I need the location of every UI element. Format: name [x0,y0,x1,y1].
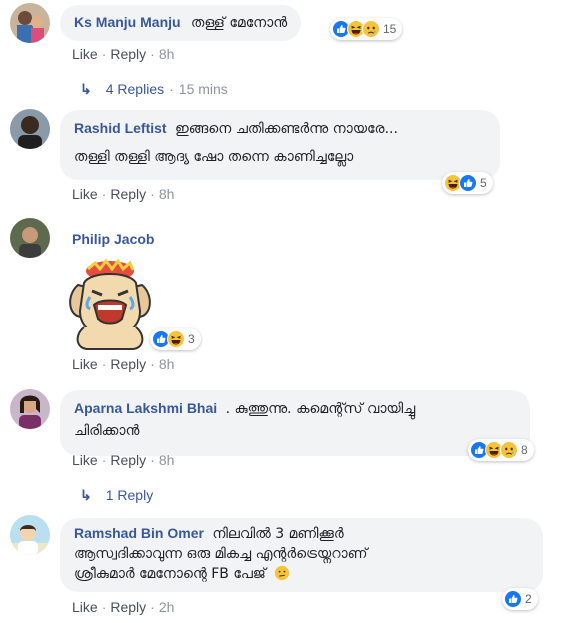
comment-text: . കുത്തുന്നു. കമെന്റ്സ് വായിച്ചു [225,401,416,417]
reply-link[interactable]: Reply [110,599,146,615]
comment-bubble: Ks Manju Manju തള്ള് മേനോൻ [60,5,302,41]
comment-actions: Like · Reply · 2h [72,599,175,615]
reactions-count: 3 [188,332,195,346]
comment-bubble: Aparna Lakshmi Bhai . കുത്തുന്നു. കമെന്റ… [60,390,530,456]
comment-author[interactable]: Ks Manju Manju [74,14,181,30]
comment-text: നിലവിൽ 3 മണിക്കൂർ [212,526,344,542]
like-link[interactable]: Like [72,599,98,615]
avatar[interactable] [10,3,50,43]
reactions-count: 5 [480,176,487,190]
replies-label[interactable]: 4 Replies [106,81,164,97]
view-replies[interactable]: ↳ 1 Reply [80,487,153,504]
comment-actions: Like · Reply · 8h [72,356,175,372]
timestamp[interactable]: 8h [159,186,175,202]
reactions-count: 2 [525,592,532,606]
sad-icon [500,441,518,459]
haha-icon [167,330,185,348]
reactions-count: 15 [383,22,397,36]
avatar[interactable] [10,515,50,555]
avatar[interactable] [10,389,50,429]
like-icon [504,590,522,608]
replies-label[interactable]: 1 Reply [106,487,153,503]
like-link[interactable]: Like [72,186,98,202]
like-icon [459,174,477,192]
comment-actions: Like · Reply · 8h [72,186,175,202]
crying-dog-sticker [60,255,160,353]
sad-icon [362,20,380,38]
comment-author[interactable]: Rashid Leftist [74,120,167,136]
like-link[interactable]: Like [72,46,98,62]
reply-link[interactable]: Reply [110,186,146,202]
reactions-badge[interactable]: 2 [502,588,538,610]
timestamp[interactable]: 8h [159,46,175,62]
timestamp[interactable]: 8h [159,452,175,468]
avatar[interactable] [10,109,50,149]
reply-arrow-icon: ↳ [80,81,92,97]
reactions-badge[interactable]: 3 [150,328,201,350]
comment-author[interactable]: Philip Jacob [72,231,154,247]
timestamp[interactable]: 8h [159,356,175,372]
comment-text: ആസ്വദിക്കാവുന്ന ഒരു മികച്ച എന്റർട്രെയ്നറ… [74,546,368,562]
confused-emoji-icon [274,565,290,587]
avatar[interactable] [10,218,50,258]
comment-actions: Like · Reply · 8h [72,452,175,468]
replies-time: 15 mins [178,81,228,97]
reply-link[interactable]: Reply [110,356,146,372]
comment-text: ചിരിക്കാൻ [74,423,140,439]
comment-author[interactable]: Aparna Lakshmi Bhai [74,400,217,416]
comment-text: ഇങ്ങനെ ചതിക്കണ്ടർന്നു നായരേ... [175,121,398,137]
comment-text: തള്ള് മേനോൻ [191,15,288,31]
reactions-badge[interactable]: 8 [468,439,534,461]
comment-bubble: Ramshad Bin Omer നിലവിൽ 3 മണിക്കൂർ ആസ്വദ… [60,518,543,592]
timestamp[interactable]: 2h [159,599,175,615]
comment-text: ശ്രീകുമാർ മേനോന്റെ FB പേജ് [74,566,266,582]
reactions-badge[interactable]: 15 [330,18,403,40]
reactions-count: 8 [521,443,528,457]
comment-bubble: Rashid Leftist ഇങ്ങനെ ചതിക്കണ്ടർന്നു നായ… [60,110,500,180]
reply-link[interactable]: Reply [110,452,146,468]
reply-link[interactable]: Reply [110,46,146,62]
comment-actions: Like · Reply · 8h [72,46,175,62]
comment-author-row: Philip Jacob [72,229,154,248]
like-link[interactable]: Like [72,452,98,468]
reply-arrow-icon: ↳ [80,487,92,503]
reactions-badge[interactable]: 5 [442,172,493,194]
comment-text: തള്ളി തള്ളി ആദ്യ ഷോ തന്നെ കാണിച്ചല്ലോ [74,149,354,165]
comment-author[interactable]: Ramshad Bin Omer [74,525,204,541]
like-link[interactable]: Like [72,356,98,372]
view-replies[interactable]: ↳ 4 Replies · 15 mins [80,81,228,98]
